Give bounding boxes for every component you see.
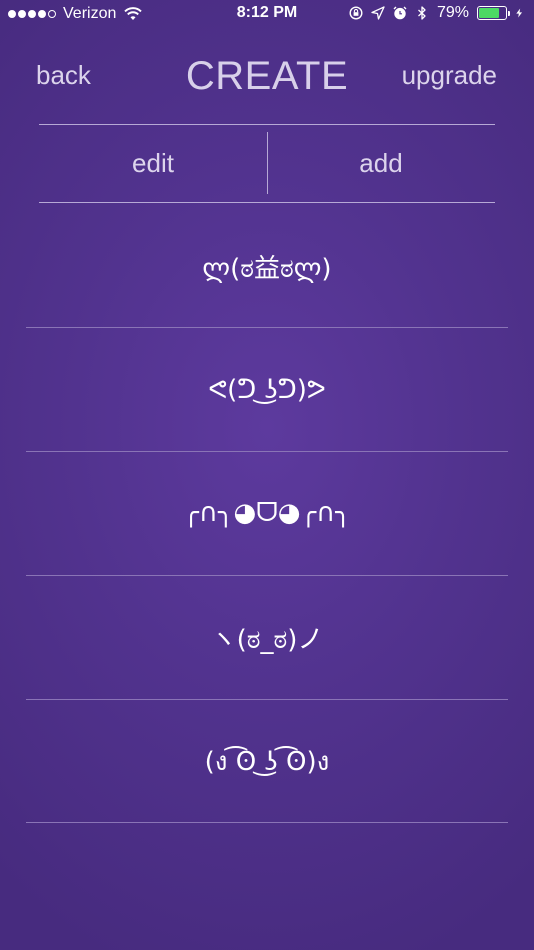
status-bar: Verizon 8:12 PM 79% <box>0 0 534 28</box>
face-text: ᕙ(ᕤ ͜ʖᕤ)ᕗ <box>208 374 326 405</box>
battery-fill <box>479 8 500 18</box>
list-item[interactable]: ヽ(ಠ_ಠ)ノ <box>0 576 534 699</box>
charging-icon <box>516 8 523 18</box>
add-button[interactable]: add <box>267 125 495 202</box>
segment-bottom-divider <box>39 202 495 203</box>
upgrade-button[interactable]: upgrade <box>402 60 497 91</box>
list-item[interactable]: ლ(ಠ益ಠლ) <box>0 205 534 328</box>
face-text: ლ(ಠ益ಠლ) <box>202 254 332 284</box>
battery-icon <box>477 6 510 20</box>
face-text: (ง ͡ʘ ͜ʖ ͡ʘ)ง <box>204 747 330 777</box>
face-text: ヽ(ಠ_ಠ)ノ <box>210 625 324 655</box>
list-item[interactable]: ╭∩╮◕ᗜ◕╭∩╮ <box>0 452 534 575</box>
edit-button[interactable]: edit <box>39 125 267 202</box>
list-item[interactable]: (ง ͡ʘ ͜ʖ ͡ʘ)ง <box>0 700 534 823</box>
list-item[interactable]: ᕙ(ᕤ ͜ʖᕤ)ᕗ <box>0 328 534 451</box>
location-icon <box>371 6 385 20</box>
face-text: ╭∩╮◕ᗜ◕╭∩╮ <box>183 498 351 528</box>
battery-nub <box>508 11 510 16</box>
alarm-icon <box>393 6 407 20</box>
lock-rotation-icon <box>349 6 363 20</box>
row-divider <box>26 822 508 823</box>
battery-percent: 79% <box>436 4 469 21</box>
status-right: 79% <box>349 4 524 22</box>
bluetooth-icon <box>418 6 426 20</box>
